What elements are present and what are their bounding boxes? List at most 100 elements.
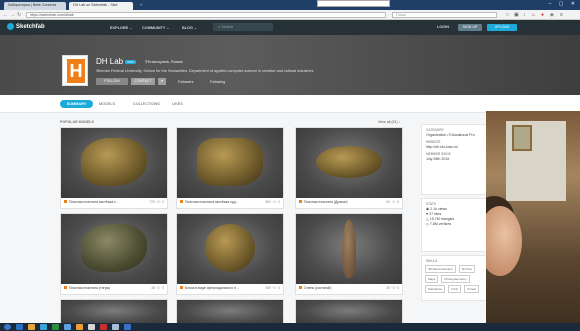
model-card[interactable] <box>176 299 284 324</box>
model-thumbnail[interactable] <box>61 128 167 198</box>
shield-icon[interactable]: ◈ <box>550 12 554 18</box>
more-button[interactable]: ▾ <box>158 78 166 85</box>
search-placeholder: Search <box>221 25 234 29</box>
home-icon[interactable]: ⌂ <box>532 12 535 18</box>
model-title-text: Поясная пластина (тигры) <box>69 286 111 290</box>
model-title-text: Олень (костяной) <box>304 286 332 290</box>
model-thumbnail[interactable] <box>296 128 402 198</box>
menu-explore[interactable]: EXPLORE ⌄ <box>110 25 132 30</box>
model-thumbnail[interactable] <box>61 214 167 284</box>
new-tab-button[interactable]: + <box>136 2 146 10</box>
menu-community[interactable]: COMMUNITY ⌄ <box>142 25 170 30</box>
model-meta: 54 · 0 · 0 <box>386 200 399 204</box>
app-icon[interactable] <box>88 324 95 330</box>
model-card[interactable]: Поясная пластина (тигры) 46 · 0 · 0 <box>60 213 168 295</box>
login-link[interactable]: LOGIN <box>437 25 449 29</box>
model-thumbnail[interactable] <box>296 300 402 324</box>
browser-tab-1[interactable]: Лаборатория | Belle Contents <box>4 2 66 10</box>
avatar[interactable]: H <box>62 55 88 86</box>
model-title[interactable]: Поясная пластина застёжка с... <box>64 200 134 204</box>
ie-icon[interactable] <box>16 324 23 330</box>
model-title[interactable]: Поясная пластина застёжка худ... <box>180 200 250 204</box>
upload-button[interactable]: UPLOAD <box>487 24 517 31</box>
menu-blog[interactable]: BLOG ⌄ <box>182 25 197 30</box>
profile-location: ⚲Krasnoyarsk, Russia <box>145 59 183 64</box>
sketchfab-logo[interactable]: Sketchfab <box>7 23 45 30</box>
folder-icon[interactable] <box>40 324 47 330</box>
new-tab-label: + <box>140 3 143 7</box>
model-meta: 654 · 0 · 0 <box>265 200 280 204</box>
model-card[interactable]: Поясная пластина застёжка худ... 654 · 0… <box>176 127 284 209</box>
skill-tag[interactable]: Unity <box>448 285 462 293</box>
stat-triangles-text: 15.7M triangles <box>429 217 455 221</box>
forward-icon[interactable]: → <box>10 12 15 18</box>
star-icon[interactable]: ☆ <box>505 12 509 18</box>
clipboard-icon[interactable]: ▣ <box>514 12 519 18</box>
browser-tab-strip: Лаборатория | Belle Contents DH Lab on S… <box>0 0 580 10</box>
following-link[interactable]: Following <box>210 80 225 84</box>
model-card[interactable]: Бляха в виде сфероидального н... 309 · 0… <box>176 213 284 295</box>
model-card[interactable] <box>60 299 168 324</box>
tab-likes[interactable]: LIKES <box>172 102 183 106</box>
site-search-input[interactable]: ⌕ Search <box>213 23 273 31</box>
model-meta: 723 · 0 · 0 <box>149 200 164 204</box>
chrome-icon[interactable] <box>28 324 35 330</box>
back-icon[interactable]: ← <box>3 12 8 18</box>
model-card[interactable]: Олень (костяной) 35 · 0 · 0 <box>295 213 403 295</box>
browser-search-input[interactable]: Поиск <box>392 12 497 18</box>
follow-button[interactable]: FOLLOW <box>96 78 128 85</box>
location-text: Krasnoyarsk, Russia <box>147 60 183 64</box>
app-icon[interactable] <box>100 324 107 330</box>
download-icon[interactable]: ↓ <box>523 12 526 18</box>
followers-link[interactable]: Followers <box>178 80 193 84</box>
model-thumbnail[interactable] <box>177 300 283 324</box>
model-thumbnail[interactable] <box>296 214 402 284</box>
firefox-icon[interactable] <box>76 324 83 330</box>
contact-button[interactable]: CONTACT <box>131 78 155 85</box>
model-title[interactable]: Поясная пластина (Дракон) <box>299 200 369 204</box>
stat-views-text: 2.1k views <box>430 207 447 211</box>
model-thumbnail[interactable] <box>177 214 283 284</box>
tab-label: Лаборатория | Belle Contents <box>8 3 57 7</box>
logo-icon <box>7 23 14 30</box>
tab-summary[interactable]: SUMMARY <box>60 100 93 108</box>
model-title[interactable]: Поясная пластина (тигры) <box>64 286 134 290</box>
view-all-link[interactable]: View all (51) › <box>378 120 400 124</box>
tab-models[interactable]: MODELS <box>99 102 115 106</box>
stat-vertices-text: 7.8M vertices <box>429 222 452 226</box>
model-title[interactable]: Бляха в виде сфероидального н... <box>180 286 250 290</box>
skill-tag[interactable]: Photogrammetry <box>441 275 470 283</box>
media-icon[interactable] <box>52 324 59 330</box>
skill-tag[interactable]: Maya <box>425 275 439 283</box>
menu-icon[interactable]: ≡ <box>560 12 563 18</box>
reload-icon[interactable]: ↻ <box>17 12 21 18</box>
skill-tag[interactable]: 3D Reconstruction <box>425 265 456 273</box>
stat-likes-text: 37 likes <box>429 212 442 216</box>
skill-tag[interactable]: 3D Sca <box>458 265 475 273</box>
model-card[interactable]: Поясная пластина (Дракон) 54 · 0 · 0 <box>295 127 403 209</box>
app-icon[interactable] <box>124 324 131 330</box>
app-icon[interactable] <box>112 324 119 330</box>
skill-tag[interactable]: Substance <box>425 285 446 293</box>
model-type-icon <box>299 286 302 289</box>
skill-tag[interactable]: Unreal <box>464 285 479 293</box>
start-icon[interactable] <box>4 324 11 330</box>
url-input[interactable]: https://sketchfab.com/dhlab <box>26 12 386 18</box>
window-controls[interactable]: – ▢ ✕ <box>549 1 578 7</box>
model-thumbnail[interactable] <box>61 300 167 324</box>
app-icon[interactable] <box>64 324 71 330</box>
model-type-icon <box>64 200 67 203</box>
followers-text: Followers <box>178 80 194 84</box>
os-taskbar <box>0 323 580 331</box>
model-card[interactable]: Поясная пластина застёжка с... 723 · 0 ·… <box>60 127 168 209</box>
model-type-icon <box>299 200 302 203</box>
addon-icon[interactable]: ● <box>541 12 544 18</box>
tab-collections[interactable]: COLLECTIONS <box>133 102 160 106</box>
browser-tab-2[interactable]: DH Lab on Sketchfab - Sket <box>69 2 133 10</box>
model-card[interactable] <box>295 299 403 324</box>
webcam-overlay <box>486 111 580 323</box>
profile-name-text: DH Lab <box>96 57 124 66</box>
model-thumbnail[interactable] <box>177 128 283 198</box>
model-title[interactable]: Олень (костяной) <box>299 286 369 290</box>
signup-button[interactable]: SIGN UP <box>458 24 482 31</box>
